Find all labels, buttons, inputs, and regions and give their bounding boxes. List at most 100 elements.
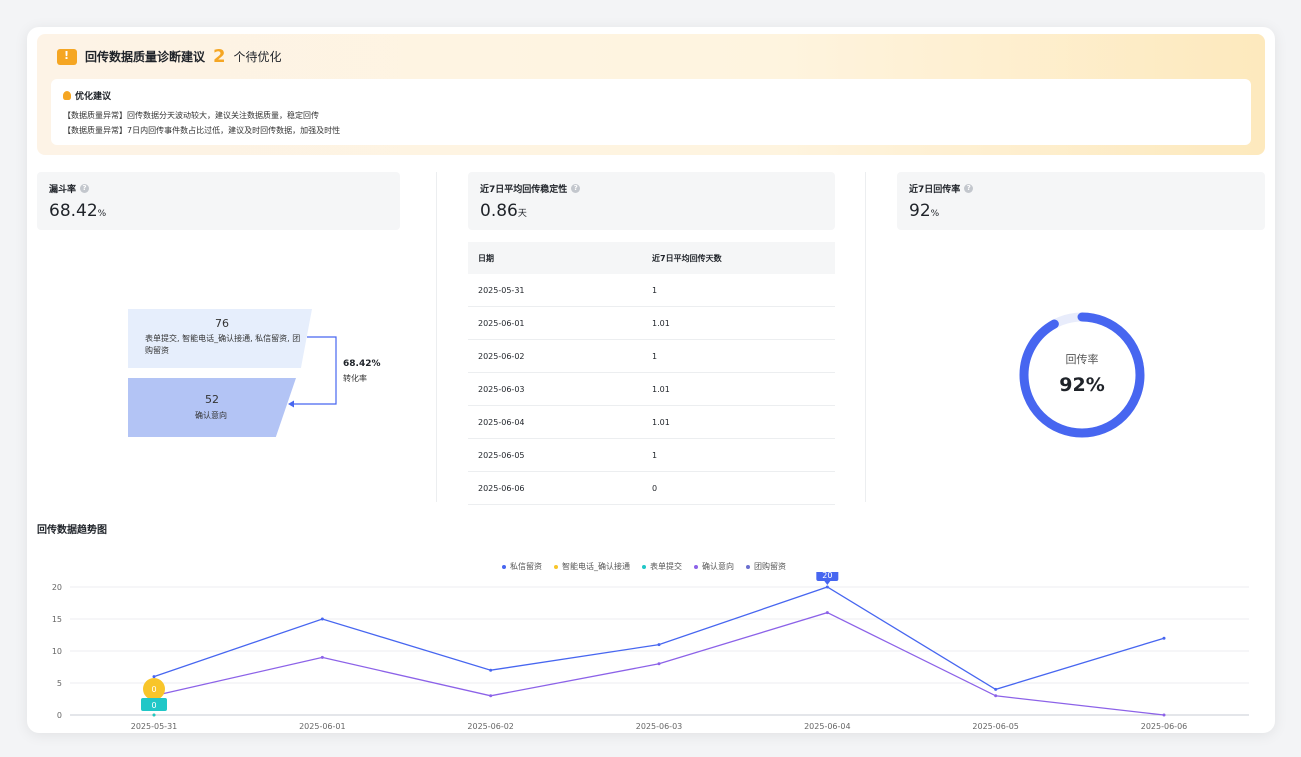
data-point <box>1162 713 1166 717</box>
data-point <box>489 668 493 672</box>
date-cell: 2025-06-04 <box>478 417 525 427</box>
column-header-days: 近7日平均回传天数 <box>652 253 722 263</box>
data-point <box>657 643 661 647</box>
trend-title: 回传数据趋势图 <box>37 525 107 536</box>
x-tick-label: 2025-06-01 <box>299 722 346 731</box>
table-row: 2025-06-05 1 <box>468 439 835 472</box>
date-cell: 2025-06-06 <box>478 483 525 493</box>
column-header-date: 日期 <box>478 253 494 263</box>
days-cell: 1 <box>652 450 658 460</box>
stability-label: 近7日平均回传稳定性 <box>480 185 568 195</box>
lightbulb-icon <box>63 91 71 100</box>
data-label: 0 <box>151 701 156 710</box>
days-cell: 1 <box>652 351 658 361</box>
return-rate-gauge: 回传率 92% <box>1019 312 1145 438</box>
data-point <box>152 675 156 679</box>
data-point <box>152 713 156 717</box>
funnel-rate-label: 漏斗率 <box>49 185 77 195</box>
diagnosis-banner: 回传数据质量诊断建议 2 个待优化 优化建议 【数据质量异常】回传数据分天波动较… <box>37 34 1265 155</box>
suggestion-header: 优化建议 <box>63 89 1239 102</box>
funnel-rate-card: 漏斗率 ? 68.42% <box>37 172 400 230</box>
chart-legend: 私信留资 智能电话_确认接通 表单提交 确认意向 团购留资 <box>502 561 786 572</box>
y-tick-label: 10 <box>52 647 62 656</box>
legend-item[interactable]: 智能电话_确认接通 <box>554 561 630 572</box>
data-point <box>489 694 493 698</box>
legend-dot-icon <box>554 564 558 569</box>
date-cell: 2025-05-31 <box>478 285 525 295</box>
gauge-label: 回传率 <box>1066 352 1099 366</box>
stability-label-row: 近7日平均回传稳定性 ? <box>480 182 823 195</box>
data-label: 0 <box>151 685 156 694</box>
conversion-label: 转化率 <box>343 374 367 383</box>
table-row: 2025-06-01 1.01 <box>468 307 835 340</box>
x-tick-label: 2025-06-02 <box>467 722 513 731</box>
y-tick-label: 20 <box>52 583 62 592</box>
date-cell: 2025-06-05 <box>478 450 525 460</box>
data-point <box>657 662 661 666</box>
data-point <box>320 655 324 659</box>
help-icon[interactable]: ? <box>571 184 581 193</box>
funnel-rate-label-row: 漏斗率 ? <box>49 182 388 195</box>
table-row: 2025-06-06 0 <box>468 472 835 505</box>
table-row: 2025-06-04 1.01 <box>468 406 835 439</box>
stability-card: 近7日平均回传稳定性 ? 0.86天 <box>468 172 835 230</box>
data-label: 20 <box>822 572 832 580</box>
y-tick-label: 5 <box>57 679 62 688</box>
legend-dot-icon <box>502 564 506 569</box>
legend-label: 智能电话_确认接通 <box>562 562 630 571</box>
return-rate-unit: % <box>930 209 940 219</box>
suggestion-item: 【数据质量异常】7日内回传事件数占比过低，建议及时回传数据，加强及时性 <box>63 126 341 135</box>
table-row: 2025-05-31 1 <box>468 274 835 307</box>
stability-unit: 天 <box>517 209 527 219</box>
legend-item[interactable]: 私信留资 <box>502 561 542 572</box>
return-rate-label: 近7日回传率 <box>909 185 961 195</box>
legend-item[interactable]: 团购留资 <box>746 561 786 572</box>
legend-item[interactable]: 表单提交 <box>642 561 682 572</box>
help-icon[interactable]: ? <box>964 184 974 193</box>
days-cell: 1.01 <box>652 384 670 394</box>
legend-dot-icon <box>694 564 698 569</box>
return-rate-value-row: 92% <box>909 201 1253 221</box>
return-rate-card: 近7日回传率 ? 92% <box>897 172 1265 230</box>
table-header: 日期 近7日平均回传天数 <box>468 242 835 274</box>
stability-table: 日期 近7日平均回传天数 2025-05-31 1 2025-06-01 1.01 … <box>468 242 835 505</box>
x-tick-label: 2025-05-31 <box>131 722 178 731</box>
suggestion-box: 优化建议 【数据质量异常】回传数据分天波动较大，建议关注数据质量，稳定回传 【数… <box>51 79 1251 145</box>
x-tick-label: 2025-06-03 <box>636 722 683 731</box>
legend-label: 表单提交 <box>650 562 682 571</box>
main-card: 回传数据质量诊断建议 2 个待优化 优化建议 【数据质量异常】回传数据分天波动较… <box>27 27 1275 733</box>
funnel-bottom-value: 52 <box>205 393 219 406</box>
legend-item[interactable]: 确认意向 <box>694 561 734 572</box>
funnel-rate-unit: % <box>97 209 107 219</box>
funnel-top-value: 76 <box>215 317 229 330</box>
x-tick-label: 2025-06-04 <box>804 722 851 731</box>
trend-chart: 0 5 10 15 20 2025-05-31 2025-06-01 2025-06-02 20… <box>52 572 1249 731</box>
table-row: 2025-06-02 1 <box>468 340 835 373</box>
data-label-pointer <box>824 581 831 585</box>
return-rate-label-row: 近7日回传率 ? <box>909 182 1253 195</box>
legend-label: 确认意向 <box>702 562 734 571</box>
pending-count: 2 <box>213 46 226 67</box>
column-divider <box>436 172 437 502</box>
funnel-rate-value: 68.42 <box>49 201 98 221</box>
x-tick-label: 2025-06-06 <box>1141 722 1188 731</box>
series-line <box>153 586 1165 691</box>
help-icon[interactable]: ? <box>80 184 90 193</box>
x-tick-label: 2025-06-05 <box>972 722 1019 731</box>
date-cell: 2025-06-01 <box>478 318 525 328</box>
banner-title-text: 回传数据质量诊断建议 <box>85 50 206 64</box>
data-point <box>825 585 829 589</box>
data-point <box>994 694 998 698</box>
legend-label: 团购留资 <box>754 562 786 571</box>
date-cell: 2025-06-03 <box>478 384 525 394</box>
banner-title: 回传数据质量诊断建议 2 个待优化 <box>57 46 282 67</box>
stability-value-row: 0.86天 <box>480 201 823 221</box>
data-point <box>1162 636 1166 640</box>
days-cell: 1 <box>652 285 658 295</box>
data-point <box>994 687 998 691</box>
funnel-rate-value-row: 68.42% <box>49 201 388 221</box>
date-cell: 2025-06-02 <box>478 351 525 361</box>
conversion-arrow-icon <box>288 336 337 408</box>
data-point <box>320 617 324 621</box>
suggestion-title: 优化建议 <box>75 92 112 102</box>
